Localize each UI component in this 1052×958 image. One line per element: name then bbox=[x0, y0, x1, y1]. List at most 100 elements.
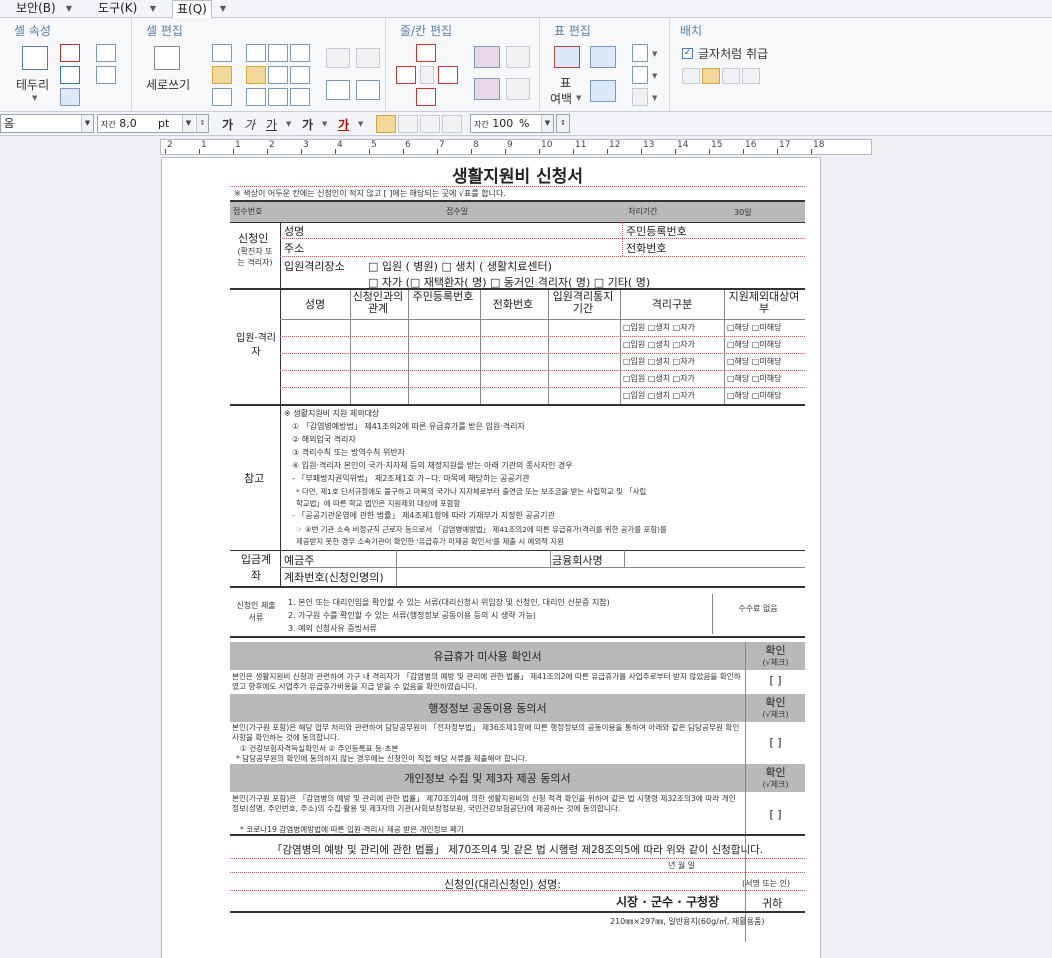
menu-security[interactable]: 보안(B) bbox=[12, 0, 60, 18]
insert-col-left-icon[interactable] bbox=[396, 66, 416, 84]
ref-line-8[interactable]: 학교법」에 따른 학교 법인은 지원제외 대상에 포함함 bbox=[296, 498, 460, 509]
proc-period-label[interactable]: 처리기간 bbox=[628, 206, 657, 217]
sec1-confirm[interactable]: 확인 bbox=[746, 642, 805, 658]
delete-table-icon[interactable] bbox=[506, 78, 530, 100]
cell-shade-icon[interactable] bbox=[60, 88, 80, 106]
insert-icon[interactable] bbox=[420, 66, 434, 84]
calc-dropdown-icon[interactable]: ▼ bbox=[652, 94, 657, 102]
treat-as-char-checkbox[interactable]: ✓ bbox=[682, 48, 693, 59]
docs-side-label[interactable]: 신청인 제출서류 bbox=[234, 600, 278, 624]
sec1-bracket[interactable]: [ ] bbox=[746, 674, 805, 687]
doc-item-1[interactable]: 1. 본인 또는 대리인임을 확인할 수 있는 서류(대리신청시 위임장 및 신… bbox=[288, 597, 610, 608]
phone-label[interactable]: 전화번호 bbox=[626, 240, 666, 256]
align-bottom-icon[interactable] bbox=[212, 88, 232, 106]
merge-cells-icon[interactable] bbox=[326, 48, 350, 68]
font-color-button[interactable]: 가 bbox=[338, 116, 349, 133]
cell-join-icon[interactable] bbox=[356, 80, 380, 100]
col-phone[interactable]: 전화번호 bbox=[480, 296, 546, 312]
line-width-icon[interactable] bbox=[96, 66, 116, 84]
exclusion-row-1[interactable]: □해당 □미해당 bbox=[727, 322, 781, 333]
ratio-dropdown-icon[interactable]: ▼ bbox=[541, 115, 553, 132]
applicant-label[interactable]: 신청인 bbox=[238, 230, 268, 246]
sign-note[interactable]: (서명 또는 인) bbox=[742, 878, 790, 889]
sec3-check[interactable]: (√체크) bbox=[746, 779, 805, 790]
align-bottom-right-icon[interactable] bbox=[290, 88, 310, 106]
menu-table-dropdown-icon[interactable]: ▼ bbox=[218, 0, 228, 18]
size-stepper[interactable]: ⇕ bbox=[196, 115, 208, 132]
iso-line-1[interactable]: □ 입원 ( 병원) □ 생치 ( 생활치료센터) bbox=[368, 258, 552, 274]
sec2-note[interactable]: * 담당공무원의 확인에 동의하지 않는 경우에는 신청인이 직접 해당 서류를… bbox=[236, 753, 527, 764]
style-select[interactable]: 옴 ▼ bbox=[0, 114, 94, 133]
wrap-front-icon[interactable] bbox=[722, 68, 740, 84]
bank-label[interactable]: 금융회사명 bbox=[552, 552, 603, 568]
exclusion-row-2[interactable]: □해당 □미해당 bbox=[727, 339, 781, 350]
sec1-check[interactable]: (√체크) bbox=[746, 657, 805, 668]
exclusion-row-4[interactable]: □해당 □미해당 bbox=[727, 373, 781, 384]
split-cells-icon[interactable] bbox=[356, 48, 380, 68]
date-line[interactable]: 년 월 일 bbox=[668, 860, 695, 871]
calc-icon[interactable] bbox=[632, 88, 648, 106]
iso-type-row-1[interactable]: □입원 □생치 □자가 bbox=[623, 322, 695, 333]
align-top-left-icon[interactable] bbox=[246, 44, 266, 62]
table-style-dropdown-icon[interactable]: ▼ bbox=[652, 50, 657, 58]
delete-row-icon[interactable] bbox=[474, 46, 500, 68]
row-height-equal-icon[interactable] bbox=[590, 46, 616, 68]
align-middle-right-icon[interactable] bbox=[290, 66, 310, 84]
font-color-dropdown-icon[interactable]: ▼ bbox=[358, 120, 363, 128]
strike-button[interactable]: 가 bbox=[302, 116, 313, 133]
border-icon[interactable] bbox=[22, 46, 48, 70]
sec3-confirm[interactable]: 확인 bbox=[746, 764, 805, 780]
bank-side-label[interactable]: 입금계좌 bbox=[236, 552, 276, 584]
fill-color-icon[interactable] bbox=[60, 66, 80, 84]
table-fill-icon[interactable] bbox=[632, 66, 648, 84]
paper-spec[interactable]: 210㎜×297㎜, 일반용지(60g/㎡, 재활용품) bbox=[610, 916, 765, 927]
ref-line-6[interactable]: - 「부패방지권익위법」 제2조제1호 가~다. 마목에 해당하는 공공기관 bbox=[292, 473, 530, 484]
sec1-title[interactable]: 유급휴가 미사용 확인서 bbox=[230, 648, 745, 664]
rrn-label[interactable]: 주민등록번호 bbox=[626, 223, 687, 239]
sec3-title[interactable]: 개인정보 수집 및 제3자 제공 동의서 bbox=[230, 770, 745, 786]
fee-label[interactable]: 수수료 없음 bbox=[730, 602, 786, 616]
menu-table[interactable]: 표(Q) bbox=[172, 0, 212, 19]
delete-cells-icon[interactable] bbox=[474, 78, 500, 100]
line-color-icon[interactable] bbox=[60, 44, 80, 62]
exclusion-row-5[interactable]: □해당 □미해당 bbox=[727, 390, 781, 401]
delete-col-icon[interactable] bbox=[506, 46, 530, 68]
iso-type-row-5[interactable]: □입원 □생치 □자가 bbox=[623, 390, 695, 401]
ref-line-4[interactable]: ③ 격리수칙 또는 방역수칙 위반자 bbox=[292, 447, 405, 458]
doc-item-2[interactable]: 2. 가구원 수를 확인할 수 있는 서류(행정정보 공동이용 등의 시 생략 … bbox=[288, 610, 536, 621]
insert-row-below-icon[interactable] bbox=[416, 88, 436, 106]
col-iso-type[interactable]: 격리구분 bbox=[620, 296, 724, 312]
char-ratio-field[interactable]: 자간 100 % ▼ bbox=[470, 114, 554, 133]
align-top-center-icon[interactable] bbox=[268, 44, 288, 62]
ref-line-2[interactable]: ① 「감염병예방법」 제41조의2에 따른 유급휴가를 받은 입원·격리자 bbox=[292, 421, 525, 432]
declaration[interactable]: 「감염병의 예방 및 관리에 관한 법률」 제70조의4 및 같은 법 시행령 … bbox=[230, 842, 805, 857]
iso-type-row-4[interactable]: □입원 □생치 □자가 bbox=[623, 373, 695, 384]
underline-dropdown-icon[interactable]: ▼ bbox=[286, 120, 291, 128]
col-exclusion[interactable]: 지원제외대상여부 bbox=[724, 291, 804, 315]
col-relation[interactable]: 신청인과의 관계 bbox=[350, 291, 406, 315]
border-dropdown-icon[interactable]: ▼ bbox=[32, 94, 37, 102]
account-label[interactable]: 계좌번호(신청인명의) bbox=[284, 569, 384, 585]
ref-line-5[interactable]: ④ 입원·격리자 본인이 국가·지자체 등의 재정지원을 받는 아래 기관의 종… bbox=[292, 460, 573, 471]
table-side-label[interactable]: 입원·격리자 bbox=[232, 332, 280, 360]
style-dropdown-icon[interactable]: ▼ bbox=[81, 115, 93, 132]
font-size-field[interactable]: 자간 8,0 pt ▼ ⇕ bbox=[97, 114, 209, 133]
bold-button[interactable]: 가 bbox=[222, 116, 233, 133]
menu-tools-dropdown-icon[interactable]: ▼ bbox=[148, 0, 158, 18]
exclusion-row-3[interactable]: □해당 □미해당 bbox=[727, 356, 781, 367]
align-bottom-center-icon[interactable] bbox=[268, 88, 288, 106]
form-note[interactable]: ※ 색상이 어두운 칸에는 신청인이 적지 않고 [ ]에는 해당되는 곳에 √… bbox=[234, 188, 506, 199]
wrap-tight-icon[interactable] bbox=[702, 68, 720, 84]
sec2-title[interactable]: 행정정보 공동이용 동의서 bbox=[230, 700, 745, 716]
iso-type-row-3[interactable]: □입원 □생치 □자가 bbox=[623, 356, 695, 367]
strike-dropdown-icon[interactable]: ▼ bbox=[322, 120, 327, 128]
align-left-icon[interactable] bbox=[398, 115, 418, 133]
ref-line-1[interactable]: ※ 생활지원비 지원 제외대상 bbox=[284, 408, 379, 419]
ref-line-11[interactable]: 제공받지 못한 경우 소속기관이 확인한 '유급휴가 미제공 확인서'를 제출 … bbox=[296, 536, 564, 547]
align-bottom-left-icon[interactable] bbox=[246, 88, 266, 106]
ref-line-7[interactable]: * 다만, 제1호 단서규정에도 불구하고 마목의 국가나 지자체로부터 출연금… bbox=[296, 486, 646, 497]
vertical-text-icon[interactable] bbox=[154, 46, 180, 70]
align-middle-center-icon[interactable] bbox=[268, 66, 288, 84]
table-properties-icon[interactable] bbox=[554, 46, 580, 68]
col-width-equal-icon[interactable] bbox=[590, 80, 616, 102]
